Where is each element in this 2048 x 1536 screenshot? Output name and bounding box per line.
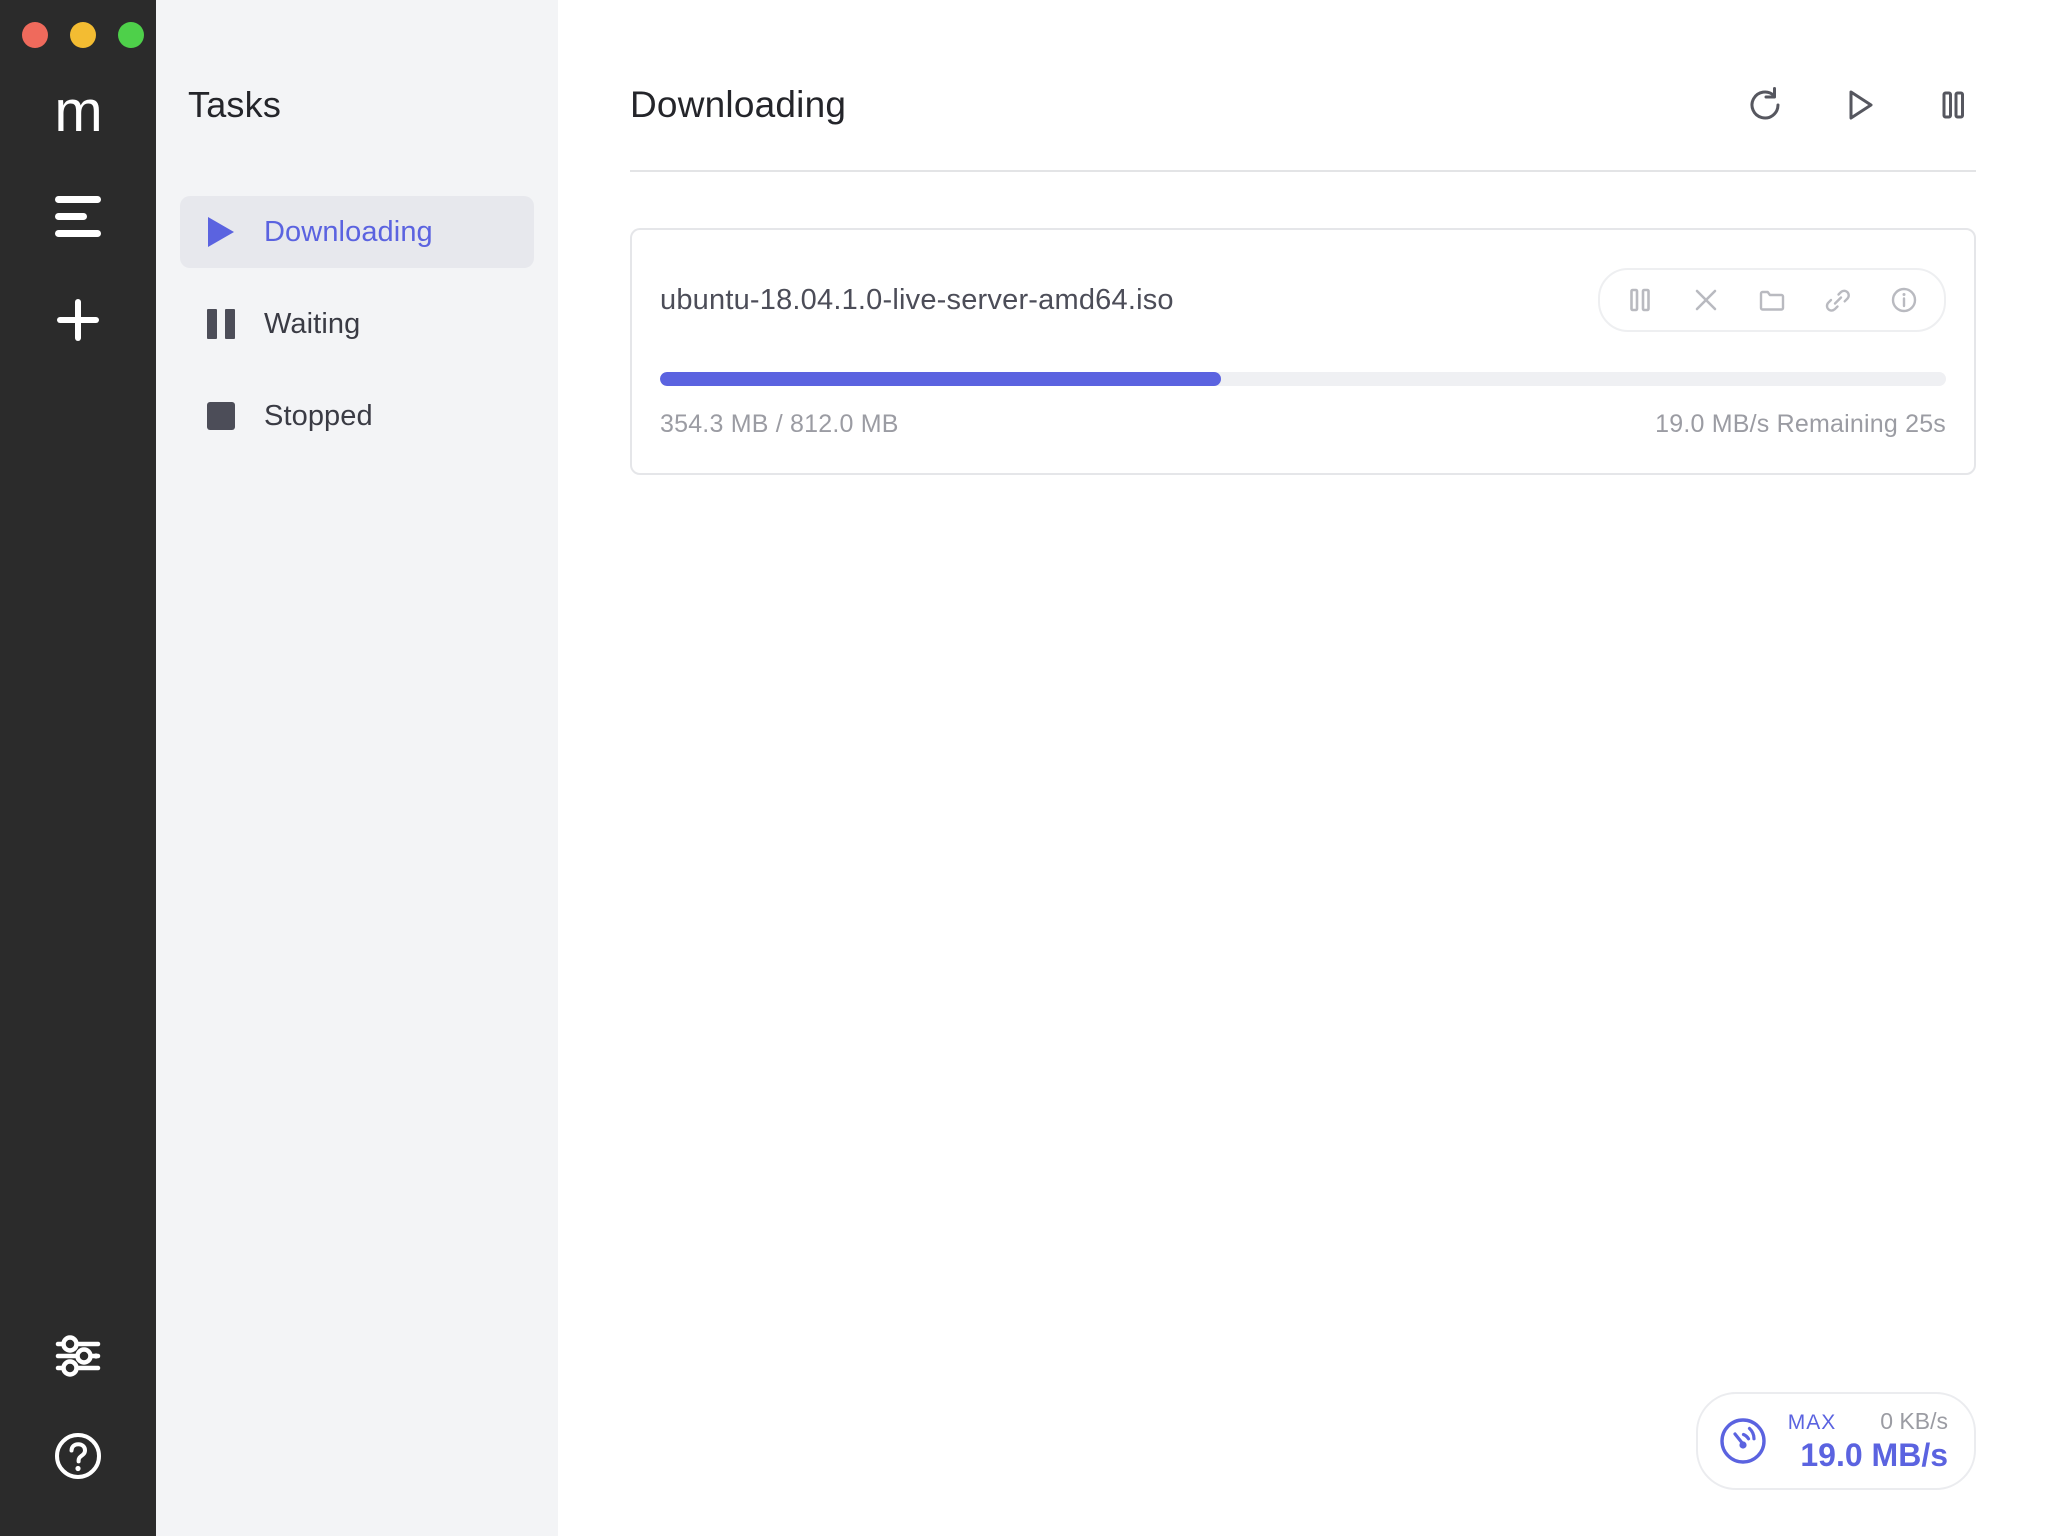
close-icon — [1689, 283, 1723, 317]
stop-icon — [206, 401, 236, 431]
link-icon — [1821, 283, 1855, 317]
cancel-task-button[interactable] — [1678, 278, 1734, 322]
folder-icon — [1755, 283, 1789, 317]
close-window-button[interactable] — [22, 22, 48, 48]
sidebar-item-label: Downloading — [264, 216, 433, 249]
sidebar-item-stopped[interactable]: Stopped — [180, 380, 534, 452]
pause-icon — [1933, 85, 1973, 125]
tasks-list: Downloading Waiting Stopped — [156, 196, 558, 452]
tasks-panel: Tasks Downloading Waiting Stopped — [156, 0, 558, 1536]
refresh-button[interactable] — [1742, 82, 1788, 128]
window-controls — [22, 22, 144, 48]
pause-icon — [1623, 283, 1657, 317]
speed-widget-texts: MAX 0 KB/s 19.0 MB/s — [1788, 1408, 1948, 1474]
download-task-actions — [1598, 268, 1946, 332]
download-task-stats: 354.3 MB / 812.0 MB 19.0 MB/s Remaining … — [660, 410, 1946, 439]
app-logo: m — [54, 82, 101, 142]
open-folder-button[interactable] — [1744, 278, 1800, 322]
speedometer-icon — [1716, 1414, 1770, 1468]
upload-speed-value: 0 KB/s — [1880, 1408, 1948, 1435]
add-task-button[interactable] — [47, 292, 109, 348]
menu-button[interactable] — [47, 188, 109, 244]
main-header: Downloading — [630, 0, 1976, 128]
download-file-name: ubuntu-18.04.1.0-live-server-amd64.iso — [660, 284, 1174, 317]
sidebar-item-label: Waiting — [264, 308, 360, 341]
plus-icon — [54, 296, 102, 344]
header-actions — [1742, 82, 1976, 128]
header-divider — [630, 170, 1976, 172]
play-icon — [1839, 85, 1879, 125]
help-button[interactable] — [47, 1428, 109, 1484]
info-icon — [1887, 283, 1921, 317]
app-window: m — [0, 0, 2048, 1536]
download-speed-value: 19.0 MB/s — [1800, 1437, 1948, 1474]
main-content: Downloading — [558, 0, 2048, 1536]
download-progress-fill — [660, 372, 1221, 386]
refresh-icon — [1745, 85, 1785, 125]
download-size-text: 354.3 MB / 812.0 MB — [660, 410, 899, 439]
pause-all-button[interactable] — [1930, 82, 1976, 128]
rail-top-actions — [47, 188, 109, 348]
sliders-icon — [53, 1331, 103, 1381]
copy-link-button[interactable] — [1810, 278, 1866, 322]
speed-row-upload: MAX 0 KB/s — [1788, 1408, 1948, 1435]
task-info-button[interactable] — [1876, 278, 1932, 322]
speed-widget[interactable]: MAX 0 KB/s 19.0 MB/s — [1696, 1392, 1976, 1490]
sidebar-item-downloading[interactable]: Downloading — [180, 196, 534, 268]
speed-row-download: 19.0 MB/s — [1788, 1437, 1948, 1474]
minimize-window-button[interactable] — [70, 22, 96, 48]
pause-task-button[interactable] — [1612, 278, 1668, 322]
pause-icon — [206, 309, 236, 339]
zoom-window-button[interactable] — [118, 22, 144, 48]
download-task-header: ubuntu-18.04.1.0-live-server-amd64.iso — [660, 268, 1946, 332]
download-progress-track — [660, 372, 1946, 386]
max-label: MAX — [1788, 1411, 1837, 1435]
question-circle-icon — [52, 1430, 104, 1482]
page-title: Downloading — [630, 84, 846, 126]
download-speed-text: 19.0 MB/s Remaining 25s — [1655, 410, 1946, 439]
left-rail: m — [0, 0, 156, 1536]
sidebar-item-waiting[interactable]: Waiting — [180, 288, 534, 360]
play-icon — [206, 217, 236, 247]
download-task-card[interactable]: ubuntu-18.04.1.0-live-server-amd64.iso — [630, 228, 1976, 475]
rail-bottom-actions — [47, 1328, 109, 1536]
settings-button[interactable] — [47, 1328, 109, 1384]
resume-all-button[interactable] — [1836, 82, 1882, 128]
sidebar-item-label: Stopped — [264, 400, 373, 433]
hamburger-icon — [55, 196, 101, 237]
tasks-panel-title: Tasks — [156, 84, 558, 126]
